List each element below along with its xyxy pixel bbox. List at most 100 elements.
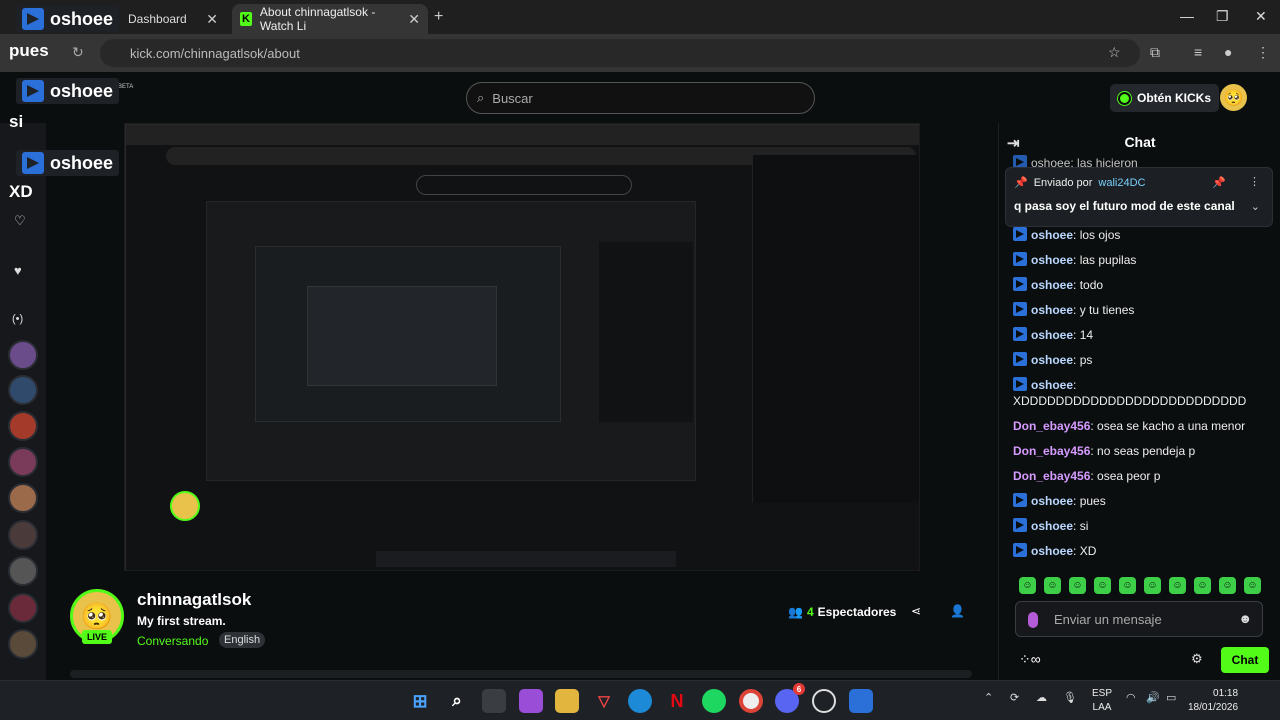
sidebar-channel-avatar[interactable] [8,556,38,586]
chat-username[interactable]: Don_ebay456 [1013,444,1090,458]
emote[interactable]: ☺ [1094,577,1111,594]
sidebar-channel-avatar[interactable] [8,447,38,477]
streamer-name[interactable]: chinnagatlsok [137,590,251,610]
battery-icon[interactable]: ▭ [1166,691,1176,704]
more-options-icon[interactable]: ⋮ [1249,175,1260,188]
profile-icon[interactable]: ● [1224,44,1232,60]
chat-username[interactable]: oshoee [1031,544,1073,558]
chevron-down-icon[interactable]: ⌄ [1251,200,1260,213]
sidebar-channel-avatar[interactable] [8,375,38,405]
emote[interactable]: ☺ [1169,577,1186,594]
emote[interactable]: ☺ [1044,577,1061,594]
sidebar-channel-avatar[interactable] [8,411,38,441]
close-icon[interactable]: ✕ [206,11,218,28]
sidebar-channel-avatar[interactable] [8,483,38,513]
input-language[interactable]: ESP LAA [1092,687,1112,715]
chat-username[interactable]: oshoee [1031,519,1073,533]
tab-kick-about[interactable]: K About chinnagatlsok - Watch Li ✕ [232,4,428,34]
moderator-badge-icon [1013,227,1027,241]
media-icon[interactable]: ≡ [1194,44,1202,60]
pinned-message[interactable]: 📌 Enviado por wali24DC q pasa soy el fut… [1005,167,1273,227]
search-placeholder: Buscar [492,90,533,106]
copilot-icon[interactable] [519,689,543,713]
chat-username[interactable]: Don_ebay456 [1013,469,1090,483]
wifi-icon[interactable]: ◠ [1126,691,1136,704]
stream-progress-bar[interactable] [70,670,972,678]
infinity-icon[interactable]: ⁘∞ [1019,651,1041,668]
sidebar-channel-avatar[interactable] [8,520,38,550]
spotify-icon[interactable] [702,689,726,713]
task-view-icon[interactable] [482,689,506,713]
share-icon[interactable]: ⋖ [911,604,921,618]
chrome-icon[interactable] [739,689,763,713]
clock-date: 18/01/2026 [1188,702,1239,713]
url-field[interactable]: kick.com/chinnagatlsok/about [100,39,1140,67]
search-input[interactable]: ⌕ Buscar [466,82,815,114]
menu-dots-icon[interactable]: ⋮ [1256,44,1270,61]
new-tab-button[interactable]: + [434,8,443,26]
tray-app-icon[interactable]: ⟳ [1010,691,1019,704]
mic-tray-icon[interactable]: 🎙 [1063,691,1077,704]
get-kicks-button[interactable]: Obtén KICKs [1110,84,1220,112]
netflix-icon[interactable]: N [665,689,689,713]
windows-start-icon[interactable]: ⊞ [408,689,432,713]
send-chat-button[interactable]: Chat [1221,647,1269,673]
volume-icon[interactable]: 🔊 [1146,691,1160,704]
chat-username[interactable]: oshoee [1031,228,1073,242]
follow-user-icon[interactable]: 👤 [950,604,965,618]
sidebar-channel-avatar[interactable] [8,340,38,370]
sidebar-channel-avatar[interactable] [8,629,38,659]
emote[interactable]: ☺ [1194,577,1211,594]
mod-logo-icon [22,152,44,174]
discord-icon[interactable]: 6 [775,683,805,713]
obs-icon[interactable] [812,689,836,713]
emote[interactable]: ☺ [1019,577,1036,594]
stream-category[interactable]: Conversando [137,634,208,648]
heart-icon[interactable]: ♥ [14,263,22,278]
chat-username[interactable]: oshoee [1031,278,1073,292]
close-window-icon[interactable]: ✕ [1255,8,1267,25]
heart-outline-icon[interactable]: ♡ [14,213,26,229]
unpin-icon[interactable]: 📌 [1212,176,1226,189]
minimize-icon[interactable]: — [1180,8,1194,24]
stream-video-player[interactable] [124,123,920,571]
settings-gear-icon[interactable]: ⚙ [1191,651,1203,667]
emote[interactable]: ☺ [1219,577,1236,594]
chat-username[interactable]: oshoee [1031,494,1073,508]
chat-username[interactable]: oshoee [1031,378,1073,392]
emote[interactable]: ☺ [1069,577,1086,594]
emote[interactable]: ☺ [1119,577,1136,594]
chat-username[interactable]: oshoee [1031,253,1073,267]
file-explorer-icon[interactable] [555,689,579,713]
bookmark-star-icon[interactable]: ☆ [1108,44,1121,61]
live-broadcast-icon: (•) [12,313,24,325]
emote[interactable]: ☺ [1144,577,1161,594]
chat-username[interactable]: oshoee [1031,353,1073,367]
pinned-text: q pasa soy el futuro mod de este canal [1014,199,1235,213]
chat-message: oshoee: 14 [1013,327,1275,343]
close-icon[interactable]: ✕ [408,11,420,28]
emote[interactable]: ☺ [1244,577,1261,594]
emoji-icon[interactable]: ☻ [1238,611,1252,626]
search-icon[interactable]: ⌕ [445,689,469,713]
edge-icon[interactable] [628,689,652,713]
collapse-chat-icon[interactable]: ⇥ [1007,134,1020,152]
extensions-icon[interactable]: ⧉ [1150,44,1160,61]
user-avatar[interactable]: 🥺 [1220,84,1247,111]
chevron-up-icon[interactable]: ⌃ [984,691,993,704]
maximize-icon[interactable]: ❐ [1216,8,1229,25]
system-clock[interactable]: 01:18 18/01/2026 [1188,687,1238,715]
reload-icon[interactable]: ↻ [72,44,84,61]
chat-username[interactable]: oshoee [1031,328,1073,342]
sidebar-channel-avatar[interactable] [8,593,38,623]
stream-language-tag[interactable]: English [219,632,266,648]
chat-username[interactable]: Don_ebay456 [1013,419,1090,433]
app-blue-icon[interactable] [849,689,873,713]
chat-username[interactable]: oshoee [1031,303,1073,317]
chat-message-input[interactable]: Enviar un mensaje ☻ [1015,601,1263,637]
onedrive-icon[interactable]: ☁ [1036,691,1047,704]
microphone-icon[interactable] [1028,612,1038,628]
viewer-count: 👥 4 Espectadores [788,605,896,619]
app-icon[interactable]: ▽ [592,689,616,713]
moderator-badge-icon [1013,277,1027,291]
